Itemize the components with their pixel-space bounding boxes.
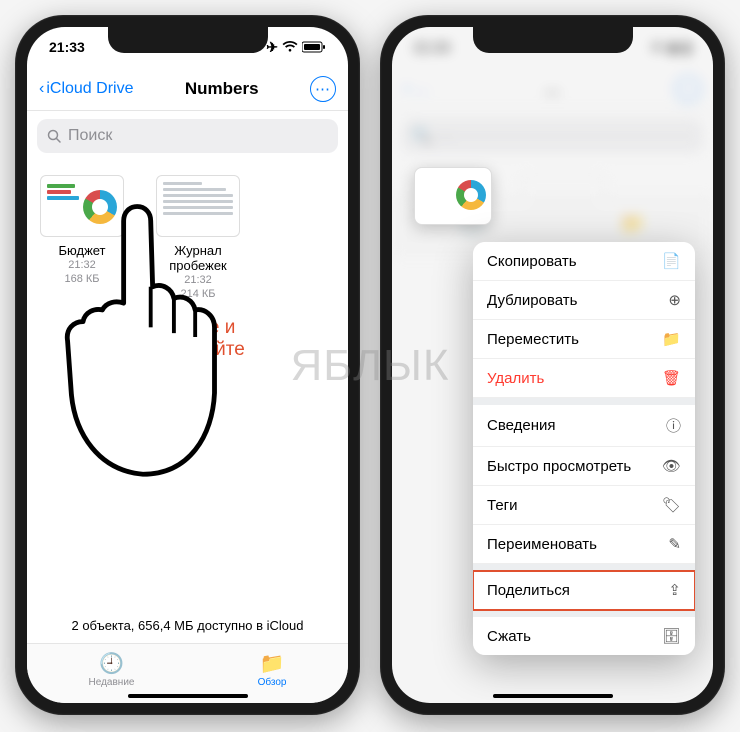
- search-icon: [47, 129, 62, 144]
- airplane-icon: ✈︎: [266, 39, 278, 56]
- home-indicator[interactable]: [493, 694, 613, 698]
- duplicate-icon: ⊕: [668, 291, 681, 309]
- menu-item-copy[interactable]: Скопировать 📄: [473, 242, 695, 281]
- file-grid: Бюджет 21:32 168 КБ Журнал пробежек 21:3…: [27, 161, 348, 316]
- page-title: Numbers: [185, 79, 259, 99]
- file-time: 21:32: [153, 273, 243, 287]
- file-name: Бюджет: [37, 243, 127, 258]
- menu-item-move[interactable]: Переместить 📁: [473, 320, 695, 359]
- menu-item-duplicate[interactable]: Дублировать ⊕: [473, 281, 695, 320]
- search-field[interactable]: Поиск: [37, 119, 338, 153]
- phone-left: 21:33 ✈︎ ‹ iCloud Drive Numbers: [15, 15, 360, 715]
- status-time: 21:33: [49, 39, 85, 55]
- menu-item-label: Переименовать: [487, 536, 597, 553]
- nav-bar: ‹ iCloud Drive Numbers ⋯: [27, 67, 348, 111]
- tags-icon: 🏷: [662, 496, 681, 514]
- more-button[interactable]: ⋯: [310, 76, 336, 102]
- menu-item-label: Поделиться: [487, 582, 570, 599]
- file-size: 168 КБ: [37, 272, 127, 286]
- file-name: Журнал пробежек: [153, 243, 243, 273]
- file-thumbnail: [156, 175, 240, 237]
- storage-status: 2 объекта, 656,4 МБ доступно в iCloud: [27, 618, 348, 633]
- status-icons: ✈︎: [266, 39, 326, 56]
- file-size: 214 КБ: [153, 287, 243, 301]
- file-thumbnail: [40, 175, 124, 237]
- menu-item-label: Переместить: [487, 331, 579, 348]
- menu-item-rename[interactable]: Переименовать ✎: [473, 525, 695, 564]
- notch: [473, 27, 633, 53]
- phone-right: 21:34 ✈︎ ◉ ▮ ‹ ……⋯ 🔍… 🕘 📁: [380, 15, 725, 715]
- menu-item-info[interactable]: Сведения ⓘ: [473, 405, 695, 447]
- search-placeholder: Поиск: [68, 127, 112, 145]
- menu-item-tags[interactable]: Теги 🏷: [473, 486, 695, 525]
- back-button[interactable]: ‹ iCloud Drive: [39, 80, 133, 98]
- clock-icon: 🕘: [89, 651, 135, 676]
- file-item[interactable]: Журнал пробежек 21:32 214 КБ: [153, 175, 243, 302]
- share-icon: ⇪: [668, 581, 681, 599]
- file-time: 21:32: [37, 258, 127, 272]
- tab-browse[interactable]: 📁 Обзор: [258, 651, 287, 688]
- battery-icon: [302, 41, 326, 53]
- rename-icon: ✎: [668, 535, 681, 553]
- back-label: iCloud Drive: [46, 80, 133, 98]
- menu-item-label: Скопировать: [487, 253, 577, 270]
- menu-item-delete[interactable]: Удалить 🗑: [473, 359, 695, 398]
- context-menu: Скопировать 📄 Дублировать ⊕ Переместить 📁 Удал…: [473, 242, 695, 655]
- menu-separator: [473, 398, 695, 405]
- delete-icon: 🗑: [662, 369, 681, 387]
- menu-item-label: Теги: [487, 497, 518, 514]
- tab-recent[interactable]: 🕘 Недавние: [89, 651, 135, 688]
- file-item[interactable]: Бюджет 21:32 168 КБ: [37, 175, 127, 302]
- tab-label: Недавние: [89, 677, 135, 688]
- tab-label: Обзор: [258, 677, 287, 688]
- menu-item-compress[interactable]: Сжать 🗄: [473, 617, 695, 655]
- menu-item-quicklook[interactable]: Быстро просмотреть 👁: [473, 447, 695, 486]
- instruction-text: Нажмите и удерживайте: [27, 317, 348, 361]
- menu-item-label: Сжать: [487, 628, 531, 645]
- ellipsis-icon: ⋯: [315, 80, 331, 98]
- compress-icon: 🗄: [662, 627, 681, 645]
- info-icon: ⓘ: [666, 415, 681, 436]
- context-preview-thumbnail[interactable]: [414, 167, 492, 225]
- menu-separator: [473, 564, 695, 571]
- quicklook-icon: 👁: [662, 457, 681, 475]
- notch: [108, 27, 268, 53]
- menu-separator: [473, 610, 695, 617]
- menu-item-label: Сведения: [487, 417, 556, 434]
- home-indicator[interactable]: [128, 694, 248, 698]
- chevron-left-icon: ‹: [39, 80, 44, 98]
- move-icon: 📁: [662, 330, 681, 348]
- copy-icon: 📄: [662, 252, 681, 270]
- menu-item-label: Быстро просмотреть: [487, 458, 631, 475]
- menu-item-label: Удалить: [487, 370, 544, 387]
- folder-icon: 📁: [258, 651, 287, 676]
- wifi-icon: [282, 41, 298, 53]
- menu-item-label: Дублировать: [487, 292, 577, 309]
- menu-item-share[interactable]: Поделиться ⇪: [473, 571, 695, 610]
